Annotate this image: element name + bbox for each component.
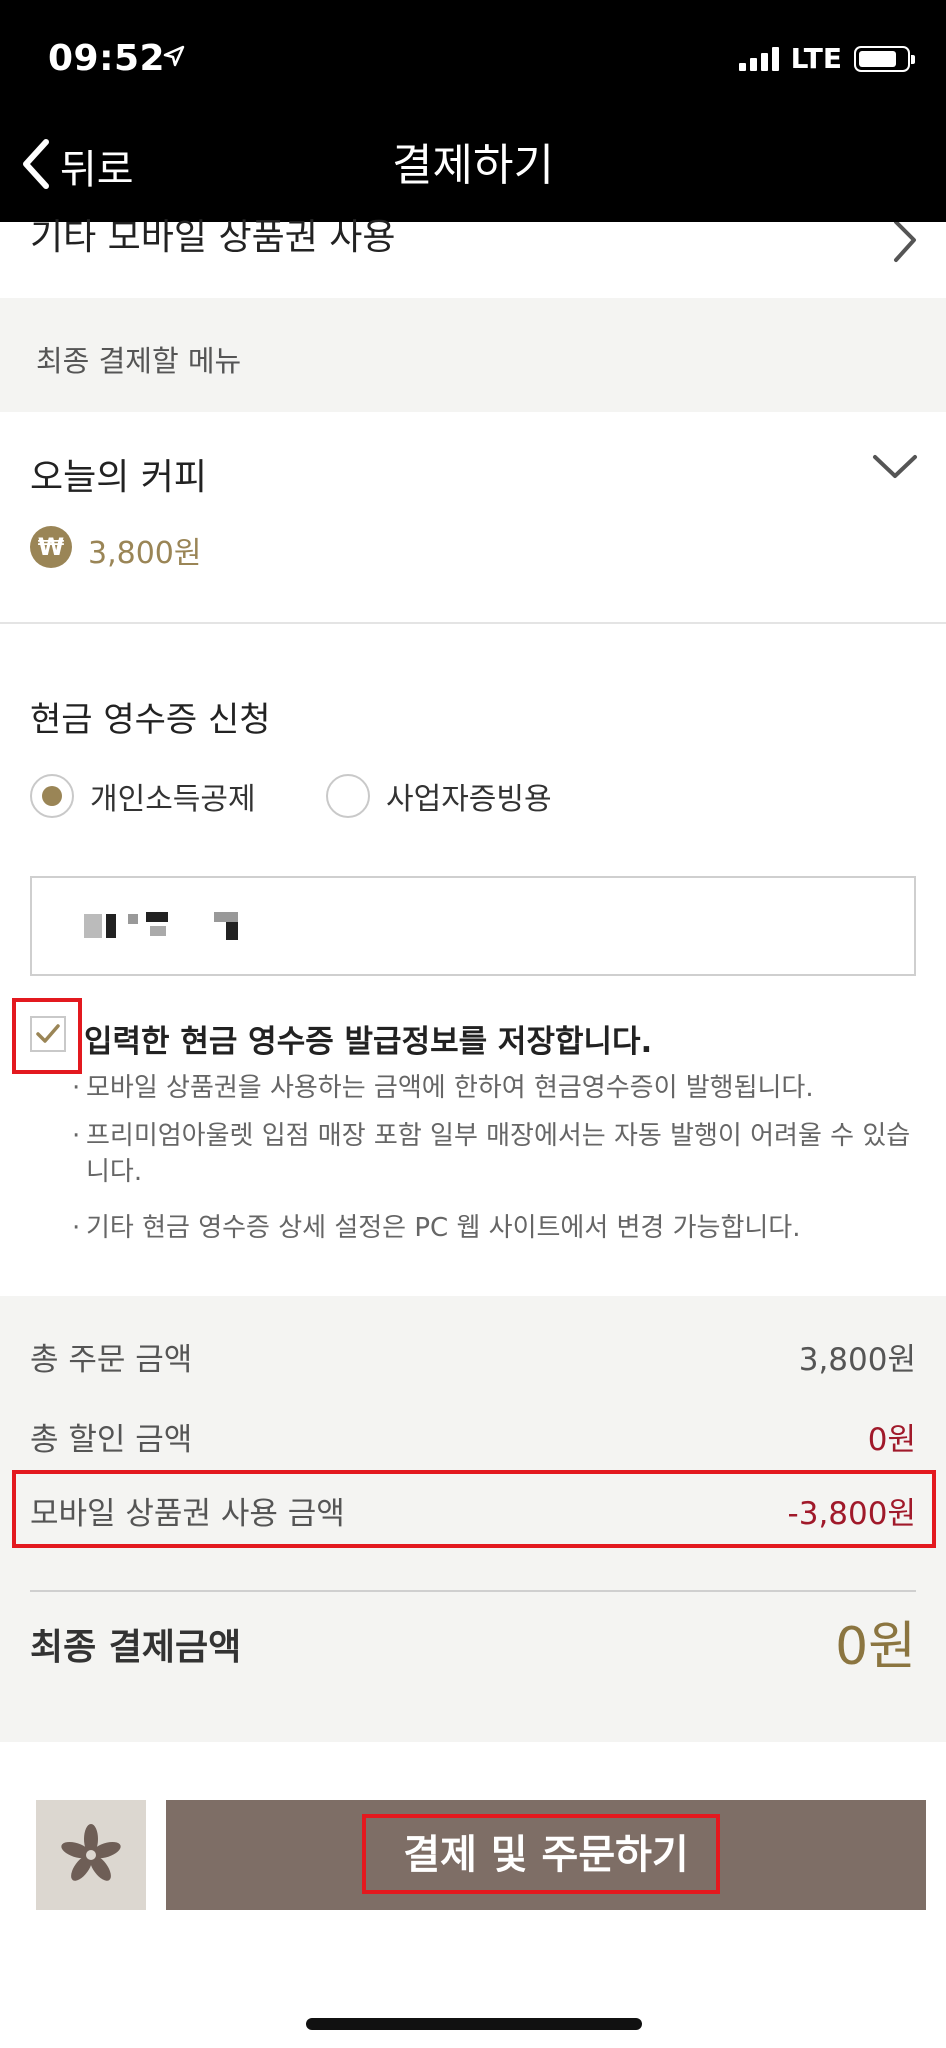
masked-text <box>150 926 166 936</box>
flower-icon-button[interactable] <box>36 1800 146 1910</box>
save-info-checkbox[interactable] <box>30 1016 66 1052</box>
chevron-down-icon[interactable] <box>872 454 918 484</box>
cash-receipt-title: 현금 영수증 신청 <box>30 700 271 740</box>
cash-receipt-section: 현금 영수증 신청 개인소득공제 사업자증빙용 입력한 현금 영수증 발급정보를… <box>0 624 946 1296</box>
battery-icon <box>854 45 915 72</box>
home-indicator <box>306 2018 642 2030</box>
radio-personal-deduction[interactable]: 개인소득공제 <box>30 774 256 818</box>
save-info-label[interactable]: 입력한 현금 영수증 발급정보를 저장합니다. <box>84 1016 652 1061</box>
radio-business-proof[interactable]: 사업자증빙용 <box>326 774 552 818</box>
masked-text <box>106 914 116 938</box>
masked-text <box>84 914 102 938</box>
masked-text <box>226 922 238 940</box>
bottom-action-bar: 결제 및 주문하기 <box>0 1742 946 2048</box>
pay-and-order-button[interactable]: 결제 및 주문하기 <box>166 1800 926 1910</box>
page-title: 결제하기 <box>392 140 554 191</box>
mobile-voucher-label: 기타 모바일 상품권 사용 <box>30 217 396 258</box>
total-discount-value: 0원 <box>867 1422 916 1458</box>
pay-button-label: 결제 및 주문하기 <box>403 1832 689 1878</box>
radio-selected-icon[interactable] <box>30 774 74 818</box>
notice-item: 기타 현금 영수증 상세 설정은 PC 웹 사이트에서 변경 가능합니다. <box>72 1210 916 1246</box>
total-order-value: 3,800원 <box>798 1342 916 1378</box>
notice-item: 모바일 상품권을 사용하는 금액에 한하여 현금영수증이 발행됩니다. <box>72 1070 916 1106</box>
mobile-voucher-row[interactable]: 기타 모바일 상품권 사용 <box>0 217 946 298</box>
nav-bar: 뒤로 결제하기 <box>0 112 946 222</box>
mobile-voucher-amount-label: 모바일 상품권 사용 금액 <box>30 1496 345 1532</box>
mobile-voucher-amount-value: -3,800원 <box>787 1496 916 1532</box>
status-bar: 09:52 LTE <box>0 0 946 112</box>
section-label: 최종 결제할 메뉴 <box>36 344 242 378</box>
radio-label: 개인소득공제 <box>90 782 256 817</box>
mobile-voucher-amount-row: 모바일 상품권 사용 금액 -3,800원 <box>30 1488 916 1538</box>
total-order-row: 총 주문 금액 3,800원 <box>30 1334 916 1384</box>
location-arrow-icon <box>162 44 186 72</box>
total-discount-row: 총 할인 금액 0원 <box>30 1414 916 1464</box>
chevron-right-icon <box>892 220 918 270</box>
masked-text <box>214 912 238 922</box>
checkmark-icon <box>36 1024 60 1043</box>
radio-unselected-icon[interactable] <box>326 774 370 818</box>
payment-summary: 총 주문 금액 3,800원 총 할인 금액 0원 모바일 상품권 사용 금액 … <box>0 1296 946 1742</box>
won-icon: ₩ <box>30 526 72 568</box>
flower-icon <box>61 1824 121 1881</box>
total-order-label: 총 주문 금액 <box>30 1342 193 1378</box>
receipt-number-input[interactable] <box>30 876 916 976</box>
signal-icon <box>738 46 779 71</box>
total-discount-label: 총 할인 금액 <box>30 1422 193 1458</box>
network-type: LTE <box>790 42 842 75</box>
menu-name: 오늘의 커피 <box>30 457 208 498</box>
final-amount-label: 최종 결제금액 <box>30 1627 242 1668</box>
final-menu-section-header: 최종 결제할 메뉴 <box>0 298 946 412</box>
menu-item[interactable]: 오늘의 커피 ₩ 3,800원 <box>0 412 946 624</box>
status-indicators: LTE <box>738 42 915 75</box>
final-amount-value: 0원 <box>835 1617 916 1677</box>
divider <box>30 1590 916 1592</box>
notice-item: 프리미엄아울렛 입점 매장 포함 일부 매장에서는 자동 발행이 어려울 수 있… <box>72 1118 916 1190</box>
status-time: 09:52 <box>48 38 166 79</box>
masked-text <box>128 914 138 924</box>
menu-price: 3,800원 <box>88 536 202 571</box>
masked-text <box>146 912 168 922</box>
radio-label: 사업자증빙용 <box>386 782 552 817</box>
